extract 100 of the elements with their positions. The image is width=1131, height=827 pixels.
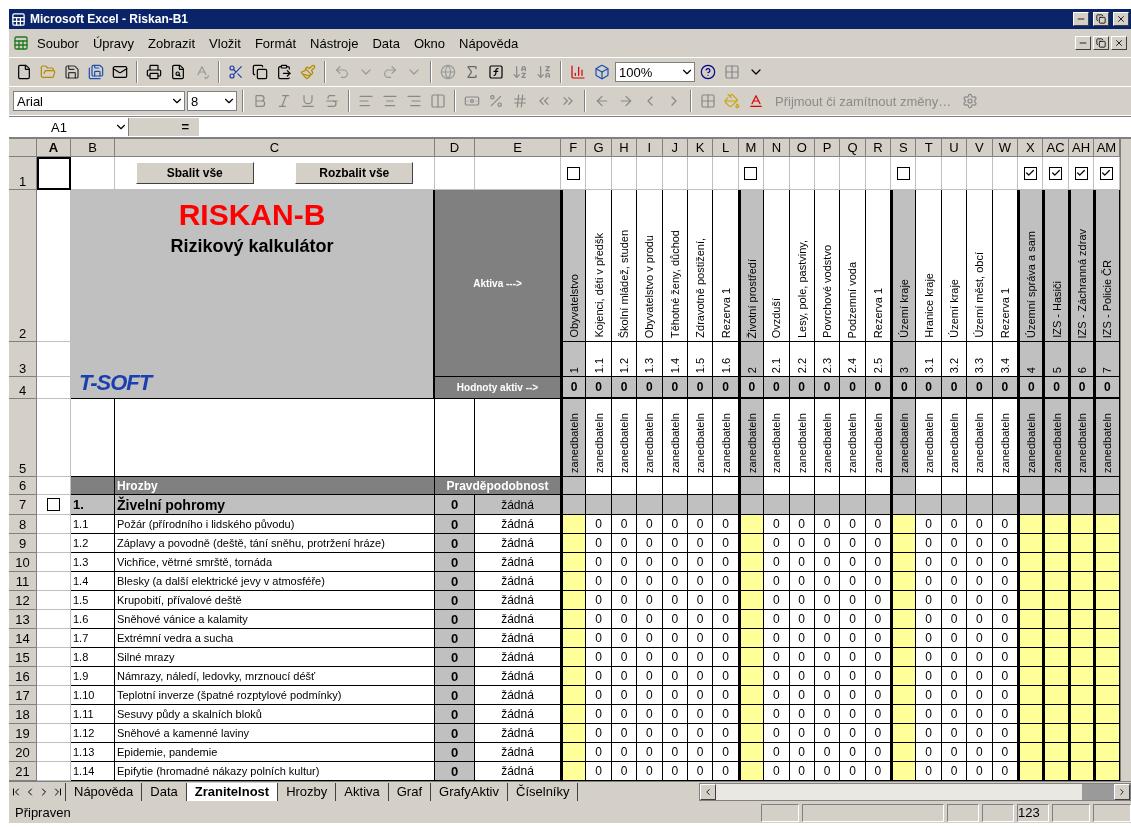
minimize-button[interactable]	[1075, 36, 1091, 50]
checkbox[interactable]	[744, 166, 758, 180]
menu-item[interactable]: Úpravy	[86, 33, 141, 53]
restore-button[interactable]	[1093, 36, 1109, 50]
column-header[interactable]: E	[475, 139, 561, 157]
row-header[interactable]: 7	[9, 495, 37, 515]
column-header[interactable]: M	[738, 139, 765, 157]
score: 0	[713, 591, 739, 610]
menu-item[interactable]: Soubor	[31, 33, 85, 53]
column-header[interactable]: N	[764, 139, 790, 157]
column-header[interactable]: S	[891, 139, 917, 157]
column-header[interactable]: O	[789, 139, 815, 157]
horizontal-scrollbar[interactable]	[699, 783, 1131, 801]
column-header[interactable]: C	[115, 139, 435, 157]
checkbox[interactable]	[1099, 166, 1113, 180]
row-header[interactable]: 10	[9, 553, 37, 572]
asset-label: Rezerva 1	[992, 190, 1019, 342]
menu-item[interactable]: Nápověda	[453, 33, 525, 53]
column-header[interactable]: U	[941, 139, 968, 157]
asset-rating: zanedbateln	[586, 399, 612, 477]
sheet-tab[interactable]: Zranitelnost	[185, 783, 279, 801]
column-header[interactable]: R	[865, 139, 892, 157]
column-header[interactable]: Q	[840, 139, 866, 157]
threat-number: 1.8	[71, 648, 115, 667]
app-title: RISKAN-B	[178, 198, 326, 232]
row-header[interactable]: 21	[9, 762, 37, 781]
column-header[interactable]: AC	[1043, 139, 1069, 157]
column-header[interactable]: T	[916, 139, 942, 157]
vertical-scrollbar[interactable]	[1119, 139, 1131, 781]
row-header[interactable]: 19	[9, 724, 37, 743]
row-header[interactable]: 2	[9, 190, 37, 342]
row-header[interactable]: 13	[9, 610, 37, 629]
score: 0	[865, 762, 892, 781]
column-header[interactable]: V	[967, 139, 993, 157]
column-header[interactable]: G	[586, 139, 612, 157]
menu-item[interactable]: Formát	[248, 33, 303, 53]
close-button[interactable]	[1113, 12, 1129, 26]
font-field[interactable]: Arial	[13, 91, 185, 111]
column-header[interactable]: A	[37, 139, 71, 157]
sheet-button[interactable]: Rozbalit vše	[295, 162, 414, 184]
row-header[interactable]: 16	[9, 667, 37, 686]
font-size-field[interactable]: 8	[187, 91, 237, 111]
scroll-right-button[interactable]	[1114, 784, 1130, 800]
checkbox[interactable]	[1049, 166, 1063, 180]
column-header[interactable]: X	[1018, 139, 1044, 157]
zoom-field[interactable]: 100%	[615, 62, 695, 82]
scroll-left-button[interactable]	[700, 784, 716, 800]
row-header[interactable]: 12	[9, 591, 37, 610]
column-header[interactable]: F	[561, 139, 587, 157]
checkbox[interactable]	[896, 166, 910, 180]
asset-rating: zanedbateln	[687, 399, 714, 477]
score: 0	[789, 705, 815, 724]
checkbox[interactable]	[566, 166, 580, 180]
row-header[interactable]: 15	[9, 648, 37, 667]
restore-button[interactable]	[1093, 12, 1109, 26]
menu-item[interactable]: Data	[366, 33, 406, 53]
column-header[interactable]: B	[71, 139, 115, 157]
close-button[interactable]	[1111, 36, 1127, 50]
column-header[interactable]: I	[637, 139, 663, 157]
column-header[interactable]: J	[662, 139, 688, 157]
menu-item[interactable]: Okno	[407, 33, 451, 53]
column-header[interactable]: P	[814, 139, 841, 157]
score: 0	[941, 667, 968, 686]
menu-item[interactable]: Nástroje	[304, 33, 365, 53]
checkbox[interactable]	[47, 498, 60, 511]
minimize-button[interactable]	[1073, 12, 1089, 26]
column-header[interactable]: H	[611, 139, 638, 157]
checkbox[interactable]	[1023, 166, 1037, 180]
formula-equals[interactable]: =	[129, 118, 199, 136]
column-header[interactable]: D	[435, 139, 475, 157]
asset-number: 1	[561, 342, 587, 377]
sheet-button[interactable]: Sbalit vše	[135, 162, 254, 184]
row-header[interactable]: 14	[9, 629, 37, 648]
asset-value: 0	[764, 377, 790, 399]
row-header[interactable]: 17	[9, 686, 37, 705]
threat-name: Epifytie (hromadné nákazy polních kultur)	[115, 762, 435, 781]
column-header[interactable]: AM	[1094, 139, 1120, 157]
spreadsheet-icon[interactable]	[13, 35, 29, 51]
scroll-thumb[interactable]	[1082, 784, 1114, 800]
checkbox[interactable]	[1074, 166, 1088, 180]
menu-item[interactable]: Zobrazit	[142, 33, 202, 53]
row-header[interactable]: 5	[9, 399, 37, 477]
row-header[interactable]: 11	[9, 572, 37, 591]
menu-item[interactable]: Vložit	[203, 33, 247, 53]
row-header[interactable]: 1	[9, 157, 37, 190]
row-header[interactable]: 20	[9, 743, 37, 762]
row-header[interactable]: 8	[9, 515, 37, 534]
column-header[interactable]: K	[687, 139, 714, 157]
row-header[interactable]: 4	[9, 377, 37, 399]
row-header[interactable]: 3	[9, 342, 37, 377]
column-header[interactable]: L	[713, 139, 739, 157]
active-cell[interactable]	[37, 157, 71, 190]
score: 0	[713, 648, 739, 667]
score: 0	[611, 610, 638, 629]
row-header[interactable]: 9	[9, 534, 37, 553]
column-header[interactable]: AH	[1068, 139, 1095, 157]
row-header[interactable]: 6	[9, 477, 37, 495]
row-header[interactable]: 18	[9, 705, 37, 724]
score: 0	[814, 743, 841, 762]
column-header[interactable]: W	[992, 139, 1019, 157]
